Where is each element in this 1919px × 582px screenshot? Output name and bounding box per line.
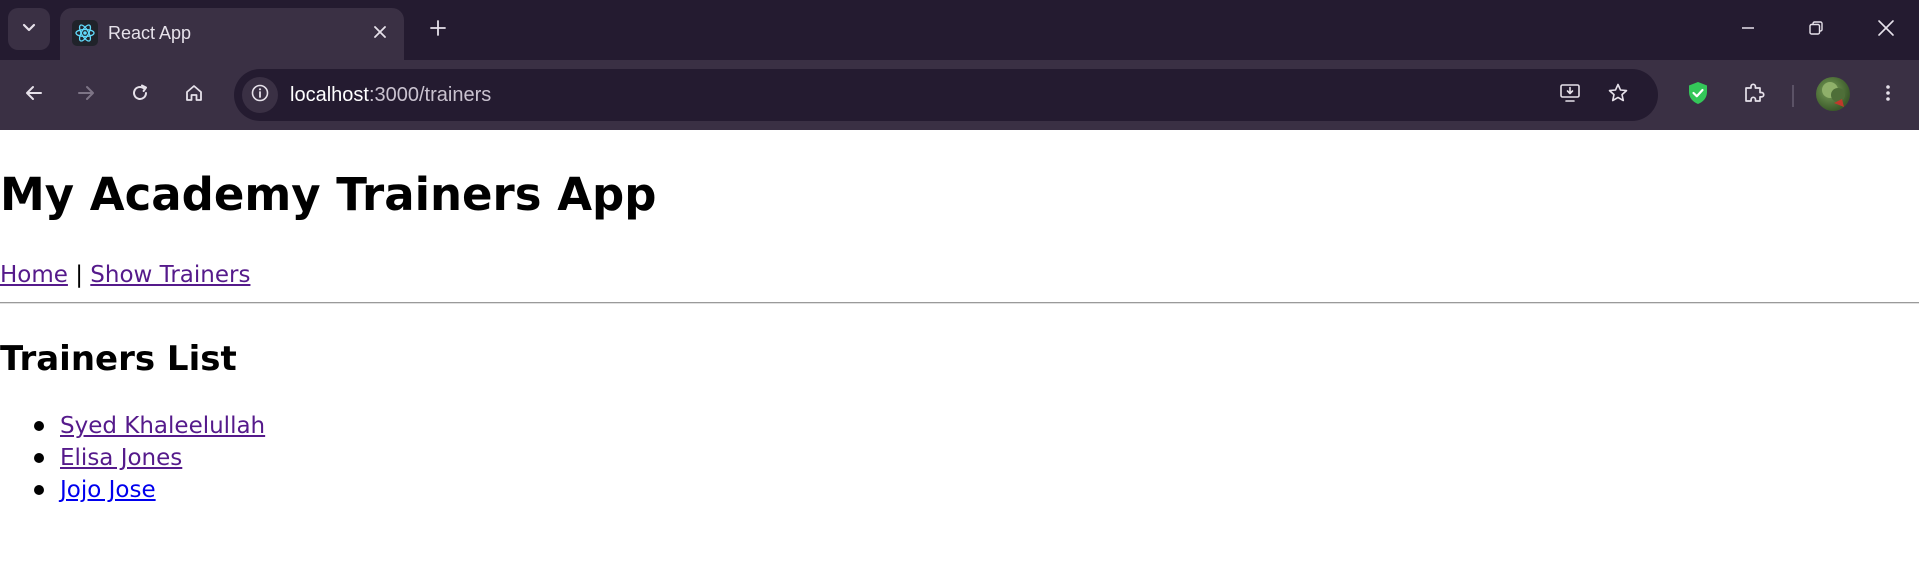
- trainer-list: Syed Khaleelullah Elisa Jones Jojo Jose: [0, 410, 265, 506]
- star-icon: [1607, 82, 1629, 108]
- bullet-icon: [34, 485, 44, 495]
- plus-icon: [429, 19, 447, 41]
- page-content: My Academy Trainers App Home | Show Trai…: [0, 130, 1919, 582]
- forward-button[interactable]: [66, 75, 106, 115]
- info-icon: [250, 83, 270, 107]
- bookmark-button[interactable]: [1600, 77, 1636, 113]
- more-vertical-icon: [1878, 83, 1898, 107]
- tab-search-button[interactable]: [8, 8, 50, 50]
- list-item: Syed Khaleelullah: [0, 410, 265, 442]
- back-button[interactable]: [14, 75, 54, 115]
- chevron-down-icon: [21, 19, 37, 39]
- reload-button[interactable]: [120, 75, 160, 115]
- url-text[interactable]: localhost:3000/trainers: [290, 82, 491, 108]
- extensions-button[interactable]: [1734, 75, 1774, 115]
- list-item: Jojo Jose: [0, 474, 265, 506]
- window-close-button[interactable]: [1866, 10, 1906, 50]
- tab-close-button[interactable]: [366, 19, 394, 47]
- new-tab-button[interactable]: [422, 14, 454, 46]
- home-button[interactable]: [174, 75, 214, 115]
- section-title: Trainers List: [0, 339, 237, 379]
- restore-button[interactable]: [1796, 10, 1836, 50]
- app-nav: Home | Show Trainers: [0, 260, 250, 290]
- close-icon: [1877, 19, 1895, 41]
- bullet-icon: [34, 421, 44, 431]
- install-icon: [1559, 82, 1581, 108]
- install-app-button[interactable]: [1552, 77, 1588, 113]
- minimize-button[interactable]: [1728, 10, 1768, 50]
- list-item: Elisa Jones: [0, 442, 265, 474]
- reload-icon: [130, 83, 150, 107]
- divider: [0, 302, 1919, 304]
- browser-toolbar: localhost:3000/trainers: [0, 60, 1919, 130]
- arrow-left-icon: [24, 83, 44, 107]
- tab-title: React App: [108, 23, 192, 43]
- react-logo-icon: [72, 20, 98, 46]
- restore-icon: [1808, 20, 1824, 40]
- close-icon: [373, 24, 387, 43]
- puzzle-icon: [1742, 81, 1766, 109]
- site-info-button[interactable]: [242, 77, 278, 113]
- arrow-right-icon: [76, 83, 96, 107]
- active-tab[interactable]: React App: [60, 8, 404, 60]
- nav-link-home[interactable]: Home: [0, 262, 68, 288]
- trainer-link[interactable]: Jojo Jose: [60, 477, 156, 503]
- trainer-link[interactable]: Syed Khaleelullah: [60, 413, 265, 439]
- home-icon: [184, 83, 204, 107]
- toolbar-divider: [1792, 85, 1794, 107]
- bullet-icon: [34, 453, 44, 463]
- browser-menu-button[interactable]: [1868, 75, 1908, 115]
- shield-check-icon: [1685, 80, 1711, 110]
- trainer-link[interactable]: Elisa Jones: [60, 445, 182, 471]
- minimize-icon: [1740, 20, 1756, 40]
- tab-strip: React App: [0, 0, 1919, 60]
- page-title: My Academy Trainers App: [0, 168, 657, 221]
- nav-link-show-trainers[interactable]: Show Trainers: [90, 262, 250, 288]
- url-path: :3000/trainers: [368, 84, 492, 106]
- url-host: localhost: [290, 84, 369, 106]
- security-extension-button[interactable]: [1678, 75, 1718, 115]
- address-bar[interactable]: localhost:3000/trainers: [234, 69, 1658, 121]
- nav-separator: |: [75, 262, 83, 288]
- profile-avatar[interactable]: [1816, 77, 1850, 111]
